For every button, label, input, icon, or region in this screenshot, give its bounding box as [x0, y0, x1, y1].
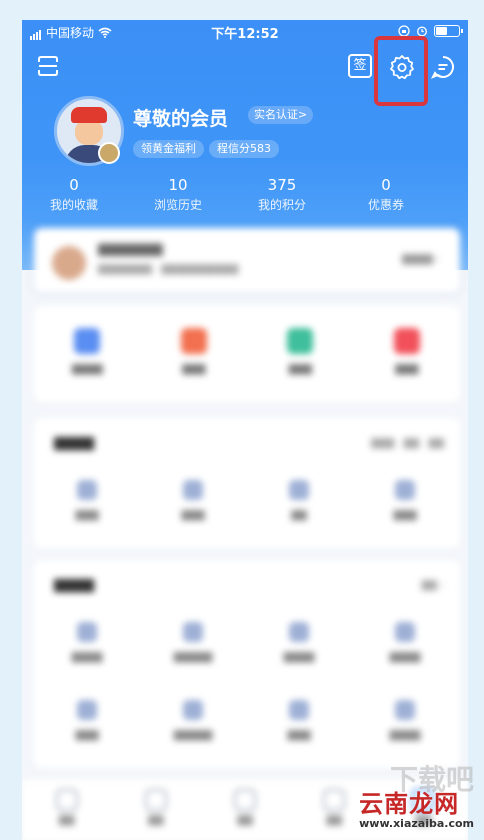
- tab-item[interactable]: ▇▇: [200, 779, 289, 840]
- check-in-button[interactable]: 签: [348, 54, 372, 78]
- settings-highlight-box: [374, 36, 428, 106]
- quick-action[interactable]: ▇▇▇: [354, 306, 461, 402]
- grid-item[interactable]: ▇▇▇: [140, 474, 246, 552]
- quick-action[interactable]: ▇▇▇▇: [34, 306, 141, 402]
- grid-item[interactable]: ▇▇▇: [34, 694, 140, 772]
- watermark: 下载吧 云南龙网 www.xiazaiba.com: [359, 763, 474, 830]
- orders-section: ▇▇▇▇ ▇▇▇ ▇▇ ▇▇ ▇▇▇ ▇▇▇ ▇▇ ▇▇▇: [34, 418, 460, 548]
- quick-actions: ▇▇▇▇ ▇▇▇ ▇▇▇ ▇▇▇: [34, 306, 460, 402]
- grid-item[interactable]: ▇▇▇▇▇: [140, 694, 246, 772]
- stat-points[interactable]: 375 我的积分: [230, 176, 334, 213]
- grid-item[interactable]: ▇▇▇: [246, 694, 352, 772]
- quick-action[interactable]: ▇▇▇: [247, 306, 354, 402]
- phone-screen: 中国移动 下午12:52 签 尊敬的会员 实名认证> 领黄金福利 程信分583 …: [22, 20, 468, 840]
- real-name-verify-link[interactable]: 实名认证>: [248, 106, 314, 124]
- tab-item[interactable]: ▇▇: [111, 779, 200, 840]
- tools-section: ▇▇▇▇ ▇▇ › ▇▇▇▇ ▇▇▇▇▇ ▇▇▇▇ ▇▇▇▇ ▇▇▇ ▇▇▇▇▇…: [34, 560, 460, 768]
- stat-coupons[interactable]: 0 优惠券: [334, 176, 438, 213]
- grid-item[interactable]: ▇▇▇: [352, 474, 458, 552]
- stat-favorites[interactable]: 0 我的收藏: [22, 176, 126, 213]
- grid-item[interactable]: ▇▇▇▇: [34, 616, 140, 694]
- grid-item[interactable]: ▇▇▇▇▇: [140, 616, 246, 694]
- grid-item[interactable]: ▇▇▇: [34, 474, 140, 552]
- user-name[interactable]: 尊敬的会员: [133, 104, 228, 131]
- membership-card[interactable]: ▇▇▇▇▇▇▇ ▇▇▇▇▇▇▇ · ▇▇▇▇▇▇▇▇▇▇ ▇▇▇▇ ›: [34, 228, 460, 292]
- credit-score-badge[interactable]: 程信分583: [209, 140, 279, 158]
- diamond-badge-icon: [98, 142, 120, 164]
- quick-action[interactable]: ▇▇▇: [141, 306, 248, 402]
- grid-item[interactable]: ▇▇: [246, 474, 352, 552]
- gold-welfare-badge[interactable]: 领黄金福利: [133, 140, 204, 158]
- battery-icon: [434, 25, 463, 37]
- message-icon[interactable]: [430, 54, 456, 80]
- watermark-site: www.xiazaiba.com: [359, 817, 474, 830]
- stats-row: 0 我的收藏 10 浏览历史 375 我的积分 0 优惠券: [22, 176, 468, 213]
- grid-item[interactable]: ▇▇▇▇: [352, 616, 458, 694]
- watermark-ghost-text: 下载吧: [389, 763, 474, 796]
- grid-item[interactable]: ▇▇▇▇: [246, 616, 352, 694]
- scan-icon[interactable]: [36, 54, 60, 78]
- stat-history[interactable]: 10 浏览历史: [126, 176, 230, 213]
- tab-item[interactable]: ▇▇: [22, 779, 111, 840]
